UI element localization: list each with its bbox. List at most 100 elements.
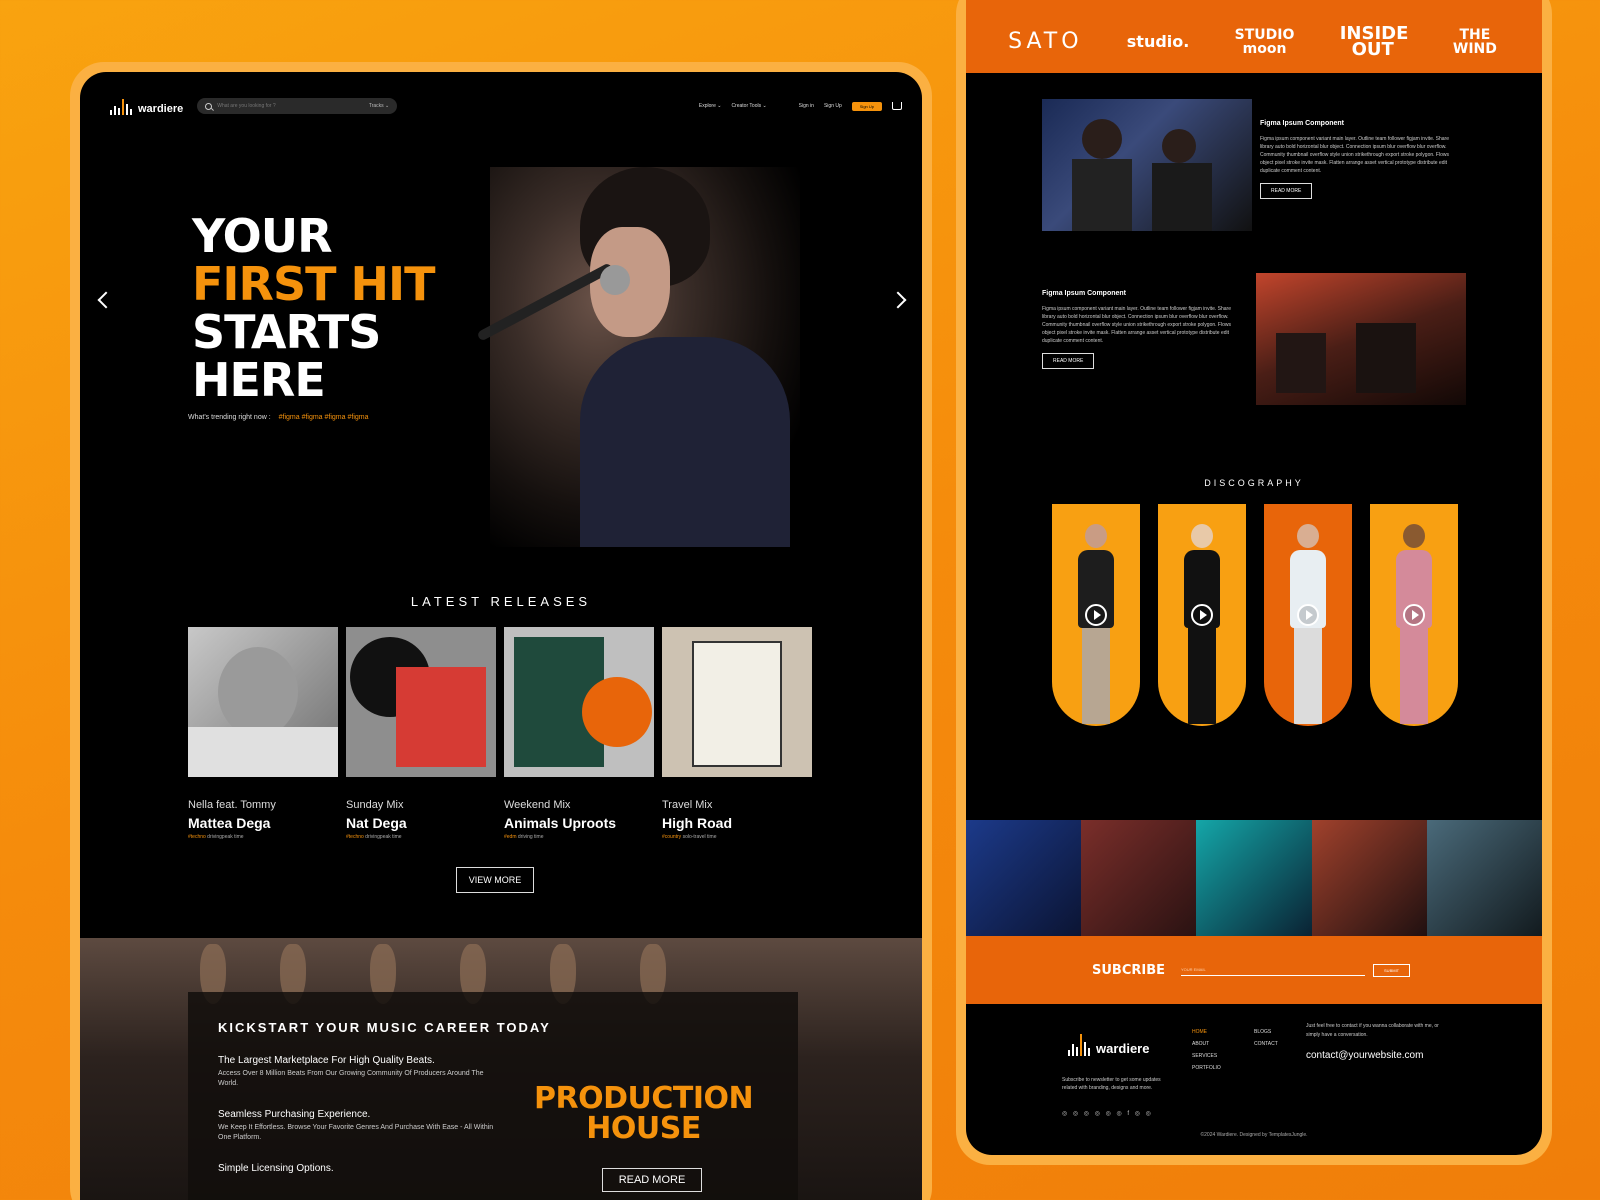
hero-title: YOUR FIRST HIT STARTS HERE xyxy=(192,209,435,407)
discography-list xyxy=(1052,504,1458,726)
feature-title: Figma Ipsum Component xyxy=(1260,120,1344,127)
gallery-photo[interactable] xyxy=(1426,820,1542,936)
releases-list: Nella feat. Tommy Mattea Dega #techno dr… xyxy=(188,627,812,840)
email-field[interactable] xyxy=(1181,964,1366,976)
album-card[interactable] xyxy=(1370,504,1458,726)
search-input[interactable] xyxy=(217,103,369,109)
read-more-button[interactable]: READ MORE xyxy=(602,1168,702,1192)
gallery-photo[interactable] xyxy=(966,820,1082,936)
top-nav: wardiere Tracks ⌄ Explore ⌄ Creator Tool… xyxy=(110,94,902,118)
gallery-photo[interactable] xyxy=(1311,820,1427,936)
social-icons[interactable]: ◎ ◎ ◎ ◎ ◎ ◎ f ◎ ◎ xyxy=(1062,1110,1153,1117)
page-screen: SATO studio. STUDIO moon INSIDE OUT THE … xyxy=(966,0,1542,1155)
footer: wardiere Subscribe to newsletter to get … xyxy=(966,1004,1542,1155)
contact-email[interactable]: contact@yourwebsite.com xyxy=(1306,1050,1423,1061)
hero-singer-image xyxy=(476,167,800,547)
logo-text: wardiere xyxy=(138,103,184,115)
logo-bars-icon xyxy=(1068,1032,1090,1056)
studio-card: KICKSTART YOUR MUSIC CAREER TODAY The La… xyxy=(188,992,798,1200)
footer-link-contact[interactable]: CONTACT xyxy=(1254,1038,1278,1050)
search-bar[interactable]: Tracks ⌄ xyxy=(197,98,398,114)
read-more-button[interactable]: READ MORE xyxy=(1260,183,1313,199)
sign-up-link[interactable]: Sign Up xyxy=(824,103,842,109)
release-meta: #techno drivingpeak time xyxy=(188,834,244,840)
next-slide-icon[interactable] xyxy=(889,291,907,309)
play-icon[interactable] xyxy=(1085,604,1107,626)
gallery-photo[interactable] xyxy=(1081,820,1197,936)
release-cover xyxy=(662,627,812,777)
hero-line-3: STARTS xyxy=(192,305,381,359)
play-icon[interactable] xyxy=(1403,604,1425,626)
production-house-title: PRODUCTION HOUSE xyxy=(534,1081,754,1146)
band-image xyxy=(1042,99,1252,231)
gallery-photo[interactable] xyxy=(1196,820,1312,936)
feature-title: The Largest Marketplace For High Quality… xyxy=(218,1055,435,1066)
release-meta: #techno drivingpeak time xyxy=(346,834,402,840)
cart-icon[interactable] xyxy=(892,102,902,110)
release-subtitle: Weekend Mix xyxy=(504,799,571,811)
brand-logos-strip: SATO studio. STUDIO moon INSIDE OUT THE … xyxy=(966,0,1542,73)
submit-button[interactable]: SUBMIT xyxy=(1373,963,1411,977)
homepage-screen: wardiere Tracks ⌄ Explore ⌄ Creator Tool… xyxy=(80,72,922,1200)
footer-link-about[interactable]: ABOUT xyxy=(1192,1038,1221,1050)
album-card[interactable] xyxy=(1158,504,1246,726)
page-mockup-frame: SATO studio. STUDIO moon INSIDE OUT THE … xyxy=(956,0,1552,1165)
search-category-select[interactable]: Tracks ⌄ xyxy=(369,103,389,109)
read-more-button[interactable]: READ MORE xyxy=(1042,353,1095,369)
footer-logo[interactable]: wardiere xyxy=(1068,1032,1149,1056)
logo[interactable]: wardiere xyxy=(110,97,183,115)
trending-row: What's trending right now : #figma #figm… xyxy=(188,414,369,421)
release-card[interactable]: Sunday Mix Nat Dega #techno drivingpeak … xyxy=(346,627,496,840)
footer-link-blogs[interactable]: BLOGS xyxy=(1254,1026,1278,1038)
release-title: Animals Uproots xyxy=(504,815,617,831)
trending-tags[interactable]: #figma #figma #figma #figma xyxy=(279,414,369,421)
logo-bars-icon xyxy=(110,97,132,115)
nav-explore[interactable]: Explore ⌄ xyxy=(699,103,722,109)
studio-section: KICKSTART YOUR MUSIC CAREER TODAY The La… xyxy=(80,938,922,1200)
brand-logo: studio. xyxy=(1126,32,1190,51)
feature-desc: Access Over 8 Million Beats From Our Gro… xyxy=(218,1070,484,1087)
nav-creator-tools[interactable]: Creator Tools ⌄ xyxy=(731,103,766,109)
brand-logo: STUDIO moon xyxy=(1234,26,1295,57)
contact-desc: Just feel free to contact if you wanna c… xyxy=(1306,1023,1439,1038)
hero-line-4: HERE xyxy=(192,353,326,407)
feature-desc: Figma ipsum component variant main layer… xyxy=(1042,306,1231,344)
release-card[interactable]: Travel Mix High Road #country solo-trave… xyxy=(662,627,812,840)
hero-line-2: FIRST HIT xyxy=(192,257,435,311)
hero-line-1: YOUR xyxy=(192,209,333,263)
footer-link-portfolio[interactable]: PORTFOLIO xyxy=(1192,1062,1221,1074)
brand-logo: INSIDE OUT xyxy=(1339,22,1409,60)
signup-button[interactable]: Sign Up xyxy=(851,101,882,111)
album-card[interactable] xyxy=(1052,504,1140,726)
play-icon[interactable] xyxy=(1297,604,1319,626)
album-card[interactable] xyxy=(1264,504,1352,726)
photo-gallery xyxy=(966,820,1542,936)
studio-title: KICKSTART YOUR MUSIC CAREER TODAY xyxy=(218,1020,551,1035)
release-meta: #edm driving time xyxy=(504,834,544,840)
release-card[interactable]: Weekend Mix Animals Uproots #edm driving… xyxy=(504,627,654,840)
feature-title: Figma Ipsum Component xyxy=(1042,290,1126,297)
release-subtitle: Travel Mix xyxy=(662,799,713,811)
play-icon[interactable] xyxy=(1191,604,1213,626)
footer-link-home[interactable]: HOME xyxy=(1192,1026,1221,1038)
feature-block: Figma Ipsum Component Figma ipsum compon… xyxy=(1042,290,1242,369)
desktop-mockup-frame: wardiere Tracks ⌄ Explore ⌄ Creator Tool… xyxy=(70,62,932,1200)
view-more-button[interactable]: VIEW MORE xyxy=(456,867,534,893)
release-title: High Road xyxy=(662,815,732,831)
subscribe-title: SUBCRIBE xyxy=(1092,962,1166,978)
brand-logo: SATO xyxy=(1008,29,1083,54)
prev-slide-icon[interactable] xyxy=(97,291,115,309)
feature-block: Figma Ipsum Component Figma ipsum compon… xyxy=(1260,120,1460,199)
release-cover xyxy=(188,627,338,777)
release-subtitle: Sunday Mix xyxy=(346,799,404,811)
footer-logo-text: wardiere xyxy=(1096,1041,1150,1056)
sign-in-link[interactable]: Sign in xyxy=(799,103,814,109)
footer-link-services[interactable]: SERVICES xyxy=(1192,1050,1221,1062)
search-icon xyxy=(205,102,213,110)
footer-links-col1: HOME ABOUT SERVICES PORTFOLIO xyxy=(1192,1026,1221,1074)
latest-releases-title: LATEST RELEASES xyxy=(410,594,592,609)
feature-desc: We Keep It Effortless. Browse Your Favor… xyxy=(218,1124,494,1141)
release-card[interactable]: Nella feat. Tommy Mattea Dega #techno dr… xyxy=(188,627,338,840)
footer-links-col2: BLOGS CONTACT xyxy=(1254,1026,1278,1050)
studio-image xyxy=(1256,273,1466,405)
